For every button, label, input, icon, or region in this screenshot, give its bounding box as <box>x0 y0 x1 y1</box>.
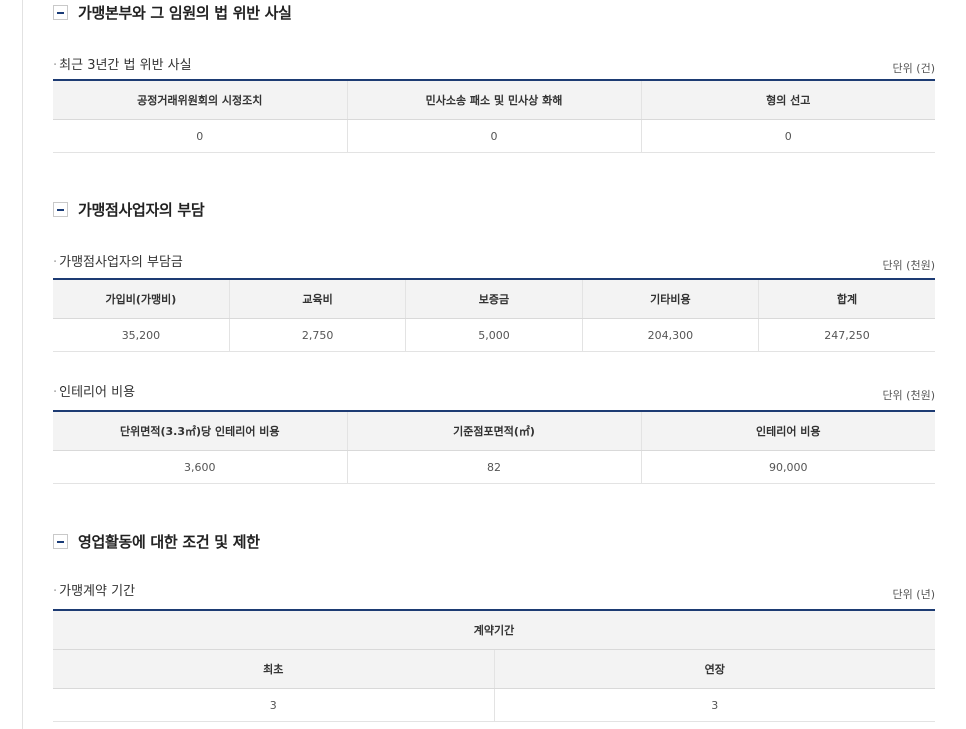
table-cell: 3 <box>493 688 935 722</box>
collapse-icon[interactable] <box>53 5 68 20</box>
subsection-title: 가맹계약 기간 <box>53 580 135 599</box>
table-cell: 5,000 <box>405 318 583 352</box>
table-row: 3 3 <box>53 688 935 722</box>
contract-period-table: 계약기간 최초 연장 3 3 <box>53 609 935 722</box>
subsection-title: 가맹점사업자의 부담금 <box>53 251 183 270</box>
collapse-icon[interactable] <box>53 202 68 217</box>
subsection-title: 최근 3년간 법 위반 사실 <box>53 54 191 73</box>
unit-label: 단위 (건) <box>892 62 935 75</box>
violations-table: 공정거래위원회의 시정조치 민사소송 패소 및 민사상 화해 형의 선고 0 0… <box>53 79 935 153</box>
subsection-header: 최근 3년간 법 위반 사실 단위 (건) <box>53 54 935 75</box>
burden-table: 가입비(가맹비) 교육비 보증금 기타비용 합계 35,200 2,750 5,… <box>53 278 935 352</box>
section-header-business-restrictions[interactable]: 영업활동에 대한 조건 및 제한 <box>53 531 260 552</box>
section-title: 가맹점사업자의 부담 <box>78 201 205 219</box>
table-header-cell: 합계 <box>758 279 935 319</box>
table-cell: 82 <box>346 450 641 484</box>
table-header-cell: 교육비 <box>228 279 406 319</box>
subsection-header: 가맹계약 기간 단위 (년) <box>53 580 935 601</box>
table-cell: 0 <box>53 119 347 153</box>
collapse-icon[interactable] <box>53 534 68 549</box>
table-header-cell: 형의 선고 <box>640 80 935 120</box>
subsection-header: 가맹점사업자의 부담금 단위 (천원) <box>53 251 935 272</box>
table-row: 35,200 2,750 5,000 204,300 247,250 <box>53 318 935 352</box>
subsection-title: 인테리어 비용 <box>53 381 135 400</box>
table-header-cell: 보증금 <box>405 279 583 319</box>
table-group-header: 계약기간 <box>53 610 935 650</box>
table-cell: 3,600 <box>53 450 347 484</box>
table-header-cell: 인테리어 비용 <box>640 411 935 451</box>
unit-label: 단위 (천원) <box>882 259 935 272</box>
section-title: 가맹본부와 그 임원의 법 위반 사실 <box>78 4 292 22</box>
table-cell: 90,000 <box>640 450 935 484</box>
table-header-cell: 단위면적(3.3㎡)당 인테리어 비용 <box>53 411 347 451</box>
table-header-cell: 기타비용 <box>581 279 759 319</box>
interior-table: 단위면적(3.3㎡)당 인테리어 비용 기준점포면적(㎡) 인테리어 비용 3,… <box>53 410 935 484</box>
table-cell: 247,250 <box>758 318 935 352</box>
table-cell: 3 <box>53 688 494 722</box>
subsection-header: 인테리어 비용 단위 (천원) <box>53 381 935 402</box>
table-header-cell: 최초 <box>53 649 494 689</box>
table-header-cell: 공정거래위원회의 시정조치 <box>53 80 347 120</box>
section-header-violations[interactable]: 가맹본부와 그 임원의 법 위반 사실 <box>53 2 292 23</box>
table-cell: 2,750 <box>228 318 406 352</box>
table-cell: 204,300 <box>581 318 759 352</box>
left-border <box>22 0 23 729</box>
table-header-cell: 연장 <box>493 649 935 689</box>
table-cell: 0 <box>346 119 641 153</box>
table-cell: 35,200 <box>53 318 230 352</box>
table-header-cell: 기준점포면적(㎡) <box>346 411 641 451</box>
unit-label: 단위 (년) <box>892 588 935 601</box>
table-cell: 0 <box>640 119 935 153</box>
table-row: 0 0 0 <box>53 119 935 153</box>
section-title: 영업활동에 대한 조건 및 제한 <box>78 533 260 551</box>
section-header-burden[interactable]: 가맹점사업자의 부담 <box>53 199 205 220</box>
unit-label: 단위 (천원) <box>882 389 935 402</box>
table-header-cell: 가입비(가맹비) <box>53 279 230 319</box>
table-row: 3,600 82 90,000 <box>53 450 935 484</box>
table-header-cell: 민사소송 패소 및 민사상 화해 <box>346 80 641 120</box>
